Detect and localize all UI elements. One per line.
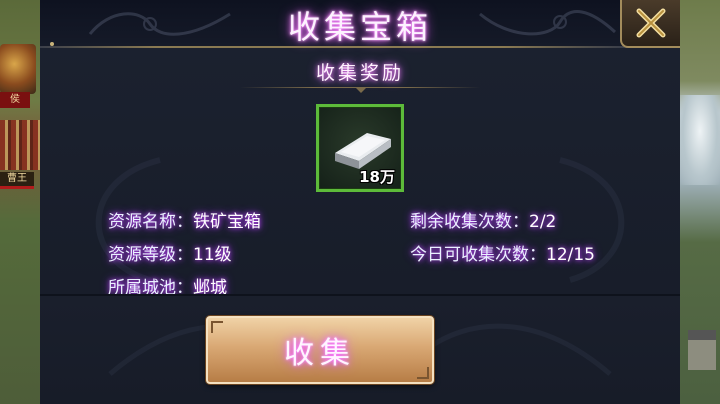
reward-section-title: 收集奖励 [315, 62, 404, 84]
today-collect-label: 今日可收集次数： [410, 245, 546, 265]
resource-name-label: 资源名称： [108, 212, 193, 232]
dialog-header: 收集宝箱 [40, 0, 680, 48]
remaining-collect-value: 2/2 [529, 212, 557, 232]
button-corner-ornament [211, 321, 223, 333]
reward-item-slot[interactable]: 18万 [316, 104, 404, 192]
resource-level-value: 11级 [193, 245, 232, 265]
close-x-icon [636, 8, 666, 38]
remaining-collect-row: 剩余收集次数：2/2 [410, 207, 556, 232]
resource-name-row: 资源名称：铁矿宝箱 [108, 207, 261, 232]
city-flag: 侯 [0, 92, 30, 108]
resource-name-value: 铁矿宝箱 [193, 212, 261, 232]
close-button[interactable] [620, 0, 680, 48]
collect-button-label: 收集 [284, 336, 356, 371]
map-house [688, 330, 716, 370]
snow-terrain [680, 95, 720, 185]
collect-button[interactable]: 收集 [206, 316, 434, 384]
city-building[interactable] [0, 44, 36, 94]
troop-formation[interactable] [0, 120, 40, 170]
resource-level-label: 资源等级： [108, 245, 193, 265]
game-map-right [680, 0, 720, 404]
section-arrow-icon [355, 87, 367, 93]
button-corner-ornament [417, 367, 429, 379]
today-collect-value: 12/15 [546, 245, 595, 265]
reward-quantity: 18万 [359, 168, 395, 186]
remaining-collect-label: 剩余收集次数： [410, 212, 529, 232]
iron-ingot-icon [335, 133, 391, 169]
dialog-title: 收集宝箱 [287, 8, 432, 46]
today-collect-row: 今日可收集次数：12/15 [410, 240, 595, 265]
city-name-flag: 曹王 [0, 172, 34, 189]
resource-level-row: 资源等级：11级 [108, 240, 232, 265]
game-map-left: 侯 曹王 [0, 0, 44, 404]
background-swirl-icon [559, 157, 625, 283]
